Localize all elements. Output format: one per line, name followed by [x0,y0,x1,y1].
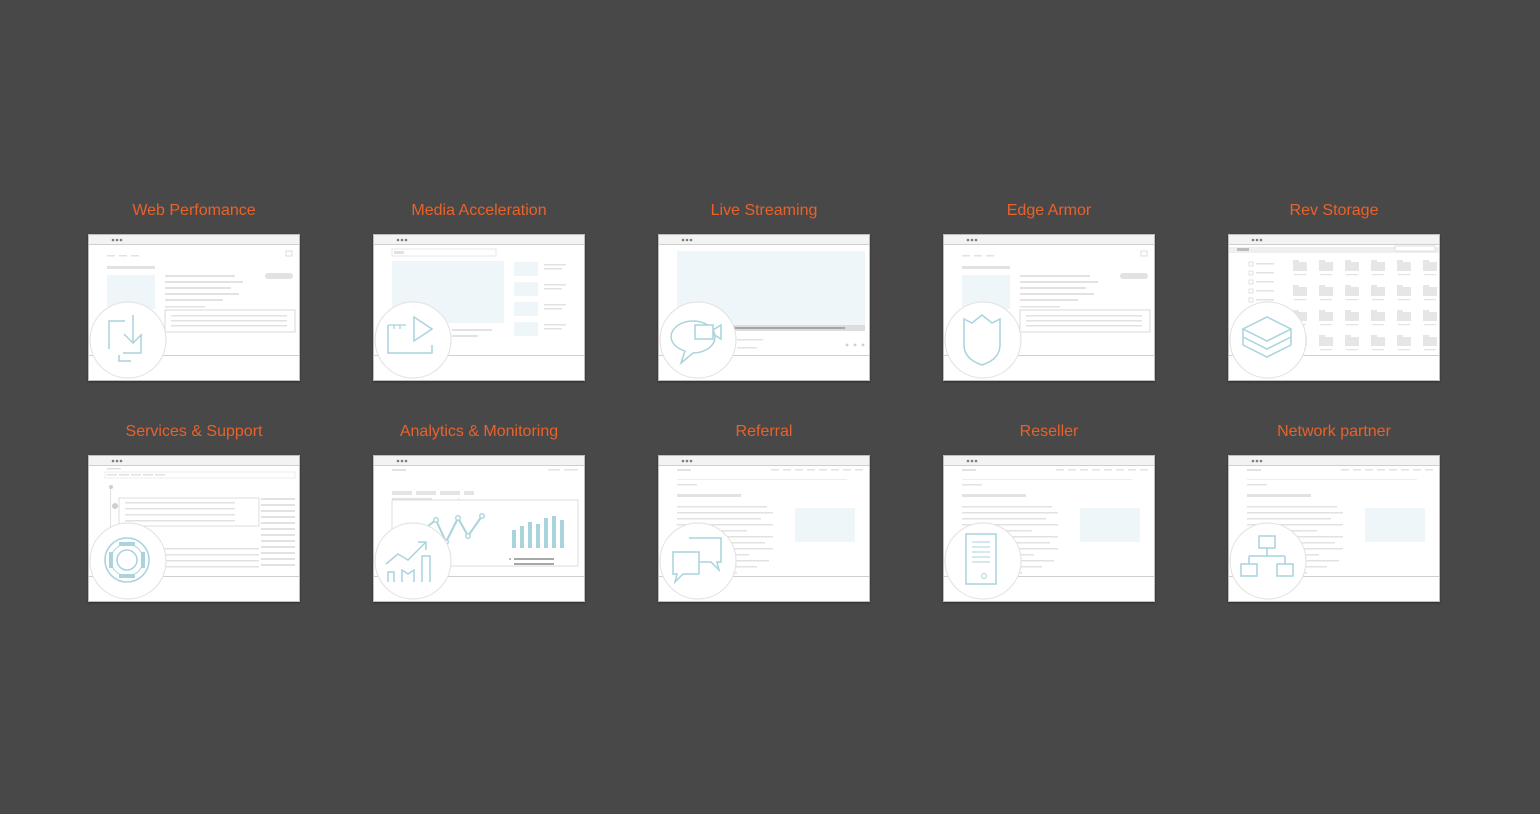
tile-edge-armor[interactable]: Edge Armor [943,200,1155,381]
wireframe-preview [1229,456,1439,600]
tile-referral[interactable]: Referral [658,421,870,602]
wireframe-preview [89,235,299,379]
wireframe-thumbnail[interactable] [943,455,1155,602]
tile-live-streaming[interactable]: Live Streaming [658,200,870,381]
play-icon [374,301,452,379]
product-grid: Web Perfomance Media Acceleration Live S… [0,0,1540,814]
tile-title[interactable]: Reseller [923,421,1175,443]
chart-icon [374,522,452,600]
wireframe-preview [89,456,299,600]
tile-title[interactable]: Web Perfomance [68,200,320,222]
tile-title[interactable]: Live Streaming [638,200,890,222]
wireframe-thumbnail[interactable] [658,455,870,602]
tile-title[interactable]: Analytics & Monitoring [353,421,605,443]
network-icon [1229,522,1307,600]
wireframe-thumbnail[interactable] [1228,234,1440,381]
wireframe-thumbnail[interactable] [88,455,300,602]
wireframe-preview [944,235,1154,379]
document-icon [944,522,1022,600]
lifebuoy-icon [89,522,167,600]
chat-camera-icon [659,301,737,379]
tile-reseller[interactable]: Reseller [943,421,1155,602]
chat-bubbles-icon [659,522,737,600]
wireframe-thumbnail[interactable] [658,234,870,381]
tile-title[interactable]: Services & Support [68,421,320,443]
tile-title[interactable]: Rev Storage [1208,200,1460,222]
tile-services-support[interactable]: Services & Support [88,421,300,602]
wireframe-preview [659,456,869,600]
wireframe-preview [374,456,584,600]
wireframe-thumbnail[interactable] [373,234,585,381]
wireframe-preview [659,235,869,379]
tile-title[interactable]: Network partner [1208,421,1460,443]
wireframe-thumbnail[interactable] [88,234,300,381]
tile-title[interactable]: Edge Armor [923,200,1175,222]
tile-title[interactable]: Referral [638,421,890,443]
tile-rev-storage[interactable]: Rev Storage [1228,200,1440,381]
tile-network-partner[interactable]: Network partner [1228,421,1440,602]
wireframe-preview [374,235,584,379]
wireframe-preview [944,456,1154,600]
tile-title[interactable]: Media Acceleration [353,200,605,222]
tile-media-acceleration[interactable]: Media Acceleration [373,200,585,381]
wireframe-thumbnail[interactable] [943,234,1155,381]
tile-web-performance[interactable]: Web Perfomance [88,200,300,381]
shield-icon [944,301,1022,379]
wireframe-thumbnail[interactable] [1228,455,1440,602]
wireframe-thumbnail[interactable] [373,455,585,602]
wireframe-preview [1229,235,1439,379]
tile-analytics-monitoring[interactable]: Analytics & Monitoring [373,421,585,602]
download-icon [89,301,167,379]
layers-icon [1229,301,1307,379]
